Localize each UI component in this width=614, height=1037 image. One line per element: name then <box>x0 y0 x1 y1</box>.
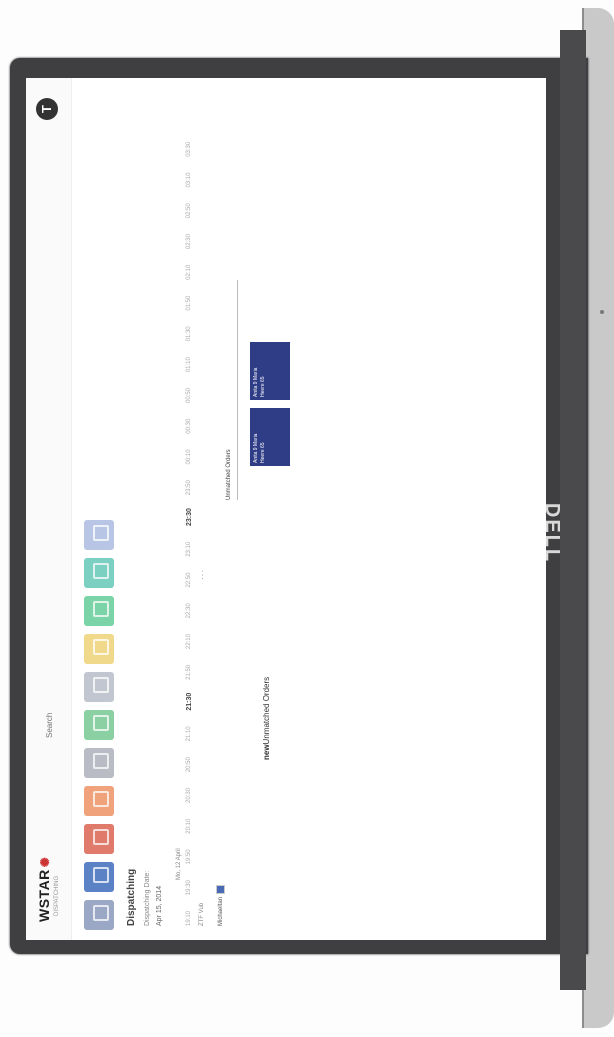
resource-labels: ZTF Vub <box>198 903 207 926</box>
time-tick: 03:30 <box>186 141 192 157</box>
resource-label: ZTF Vub <box>199 902 205 926</box>
ellipsis-icon: ··· <box>198 569 207 580</box>
driver-name: Michaeltan <box>218 896 225 926</box>
time-tick: 00:50 <box>186 387 192 403</box>
app-logo[interactable]: WSTAR✺ <box>36 855 52 922</box>
notes-tile[interactable] <box>84 634 114 664</box>
time-tick: 00:30 <box>186 418 192 434</box>
unmatched-orders-text: Unmatched Orders <box>262 676 271 745</box>
page-title: Dispatching <box>126 868 137 926</box>
map-tile[interactable] <box>84 596 114 626</box>
time-tick: 23:30 <box>186 508 193 526</box>
order-card-line: Heere 65 <box>260 376 266 397</box>
time-tick: 22:50 <box>186 572 192 588</box>
order-card[interactable]: Anita 9 Maria Heere 65 <box>250 408 290 466</box>
time-tick: 21:10 <box>186 726 192 742</box>
help-tile[interactable] <box>84 520 114 550</box>
time-tick: 20:10 <box>186 818 192 834</box>
unmatched-divider <box>237 280 238 500</box>
driver-row[interactable]: Michaeltan <box>216 884 225 926</box>
time-tick: 20:30 <box>186 787 192 803</box>
time-tick: 19:30 <box>186 880 192 896</box>
time-tick: 22:30 <box>186 603 192 619</box>
chat-tile[interactable] <box>84 558 114 588</box>
time-tick: 02:50 <box>186 203 192 219</box>
time-tick: 03:10 <box>186 172 192 188</box>
time-tick: 01:10 <box>186 357 192 373</box>
time-tick: 20:50 <box>186 757 192 773</box>
home-tile[interactable] <box>84 900 114 930</box>
module-tiles <box>84 490 114 930</box>
unmatched-orders-link[interactable]: newUnmatched Orders <box>262 677 271 760</box>
order-card[interactable]: Anita 9 Maria Heere 65 <box>250 342 290 400</box>
order-card-line: Anita 9 Maria <box>253 367 259 397</box>
date-label: Dispatching Date: <box>144 870 151 926</box>
timeline-axis: 19:10 19:30 19:50 20:10 20:30 20:50 21:10 21:30… <box>186 96 196 926</box>
search-input[interactable] <box>40 620 58 740</box>
orders-tile[interactable] <box>84 824 114 854</box>
time-tick: 19:50 <box>186 849 192 865</box>
webcam-icon <box>600 310 604 314</box>
laptop-bezel-bottom <box>560 30 586 990</box>
time-tick: 01:30 <box>186 326 192 342</box>
dispatch-tile[interactable] <box>84 862 114 892</box>
unmatched-orders-title: Unmatched Orders <box>226 449 232 500</box>
dispatch-app: WSTAR✺ DISPATCHING T Dispatching Dispatc… <box>26 78 546 940</box>
time-tick: 21:30 <box>186 692 193 711</box>
time-tick: 19:10 <box>186 910 192 926</box>
logo-mark-icon: ✺ <box>38 856 52 868</box>
time-tick: 23:10 <box>186 541 192 557</box>
timeline-day-label: Mo, 12 April <box>176 848 182 880</box>
routes-tile[interactable] <box>84 786 114 816</box>
logo-text: WSTAR <box>36 869 52 922</box>
time-tick: 02:10 <box>186 264 192 280</box>
logo-subtitle: DISPATCHING <box>54 875 60 916</box>
time-tick: 00:10 <box>186 449 192 465</box>
time-tick: 01:50 <box>186 295 192 311</box>
laptop-screen: WSTAR✺ DISPATCHING T Dispatching Dispatc… <box>26 78 546 940</box>
top-bar: WSTAR✺ DISPATCHING T <box>26 78 72 940</box>
settings-tile[interactable] <box>84 672 114 702</box>
time-tick: 02:30 <box>186 234 192 250</box>
reports-tile[interactable] <box>84 748 114 778</box>
driver-checkbox[interactable] <box>216 884 225 894</box>
date-picker[interactable]: Apr 15, 2014 <box>156 886 163 926</box>
fleet-tile[interactable] <box>84 710 114 740</box>
new-prefix: new <box>262 744 271 760</box>
user-avatar-icon[interactable]: T <box>36 98 58 120</box>
order-card-line: Heere 65 <box>260 442 266 463</box>
photo-stage: DELL WSTAR✺ DISPATCHING T Dispatching Di… <box>0 0 614 1037</box>
time-tick: 22:10 <box>186 634 192 650</box>
time-tick: 21:50 <box>186 664 192 680</box>
order-card-line: Anita 9 Maria <box>253 433 259 463</box>
time-tick: 23:50 <box>186 480 192 496</box>
